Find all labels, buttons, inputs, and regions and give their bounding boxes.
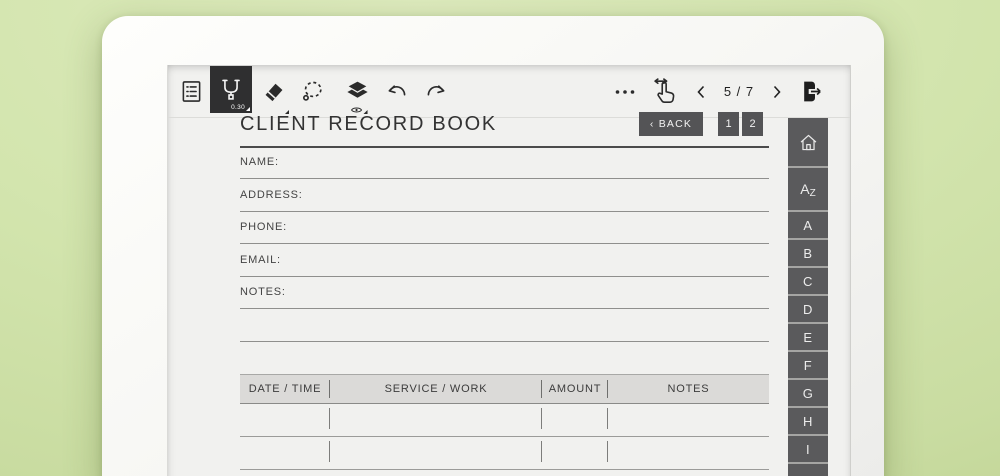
next-page-button[interactable] (769, 84, 785, 100)
page-title: CLIENT RECORD BOOK (240, 112, 497, 135)
field-line (240, 276, 769, 277)
field-line (240, 243, 769, 244)
service-log-table: DATE / TIME SERVICE / WORK AMOUNT NOTES (240, 374, 769, 470)
column-header-notes: NOTES (667, 383, 710, 395)
tab-letter-e[interactable]: E (788, 322, 828, 350)
table-row (240, 404, 769, 437)
table-cell (542, 404, 608, 436)
table-cell (240, 437, 330, 469)
page-2-button[interactable]: 2 (742, 112, 763, 136)
field-line (240, 178, 769, 179)
field-line (240, 308, 769, 309)
tab-letter-d[interactable]: D (788, 294, 828, 322)
ereader-device: 0.30 5 / 7 CLIENT RECORD BOOK ‹ BACK 1 2… (102, 16, 884, 476)
table-header-row: DATE / TIME SERVICE / WORK AMOUNT NOTES (240, 374, 769, 404)
page-1-button[interactable]: 1 (718, 112, 739, 136)
tab-letter-g[interactable]: G (788, 378, 828, 406)
blank-line (240, 341, 769, 342)
table-cell (608, 437, 769, 469)
field-label-notes: NOTES: (240, 286, 286, 298)
tab-letter-b[interactable]: B (788, 238, 828, 266)
tab-letter-h[interactable]: H (788, 406, 828, 434)
chevron-right-icon (773, 85, 781, 98)
table-row (240, 437, 769, 470)
notebook-list-button[interactable] (176, 65, 206, 118)
tab-letter-c[interactable]: C (788, 266, 828, 294)
table-cell (330, 437, 542, 469)
tab-letter-f[interactable]: F (788, 350, 828, 378)
tab-letter-i[interactable]: I (788, 434, 828, 462)
az-sort-icon: A (800, 181, 810, 197)
tab-letter-a[interactable]: A (788, 210, 828, 238)
index-tab-bar: AZ A B C D E F G H I (788, 118, 828, 476)
field-line (240, 211, 769, 212)
table-cell (608, 404, 769, 436)
tab-az-index[interactable]: AZ (788, 166, 828, 210)
exit-button[interactable] (798, 78, 825, 105)
field-label-email: EMAIL: (240, 254, 281, 266)
title-divider (240, 146, 769, 148)
column-header-amount: AMOUNT (542, 375, 608, 403)
column-header-service-work: SERVICE / WORK (330, 375, 542, 403)
column-header-date-time: DATE / TIME (240, 375, 330, 403)
ereader-screen: 0.30 5 / 7 CLIENT RECORD BOOK ‹ BACK 1 2… (167, 65, 851, 476)
table-cell (542, 437, 608, 469)
field-label-name: NAME: (240, 156, 279, 168)
back-button[interactable]: ‹ BACK (639, 112, 703, 136)
notebook-page: CLIENT RECORD BOOK ‹ BACK 1 2 NAME: ADDR… (240, 65, 769, 476)
table-cell (240, 404, 330, 436)
field-label-address: ADDRESS: (240, 189, 303, 201)
field-label-phone: PHONE: (240, 221, 287, 233)
table-cell (330, 404, 542, 436)
notebook-list-icon (182, 81, 200, 102)
tab-letter-partial[interactable] (788, 462, 828, 476)
photo-background: 0.30 5 / 7 CLIENT RECORD BOOK ‹ BACK 1 2… (0, 0, 1000, 476)
home-icon (800, 134, 816, 150)
exit-icon (804, 81, 821, 102)
tab-home[interactable] (788, 118, 828, 166)
